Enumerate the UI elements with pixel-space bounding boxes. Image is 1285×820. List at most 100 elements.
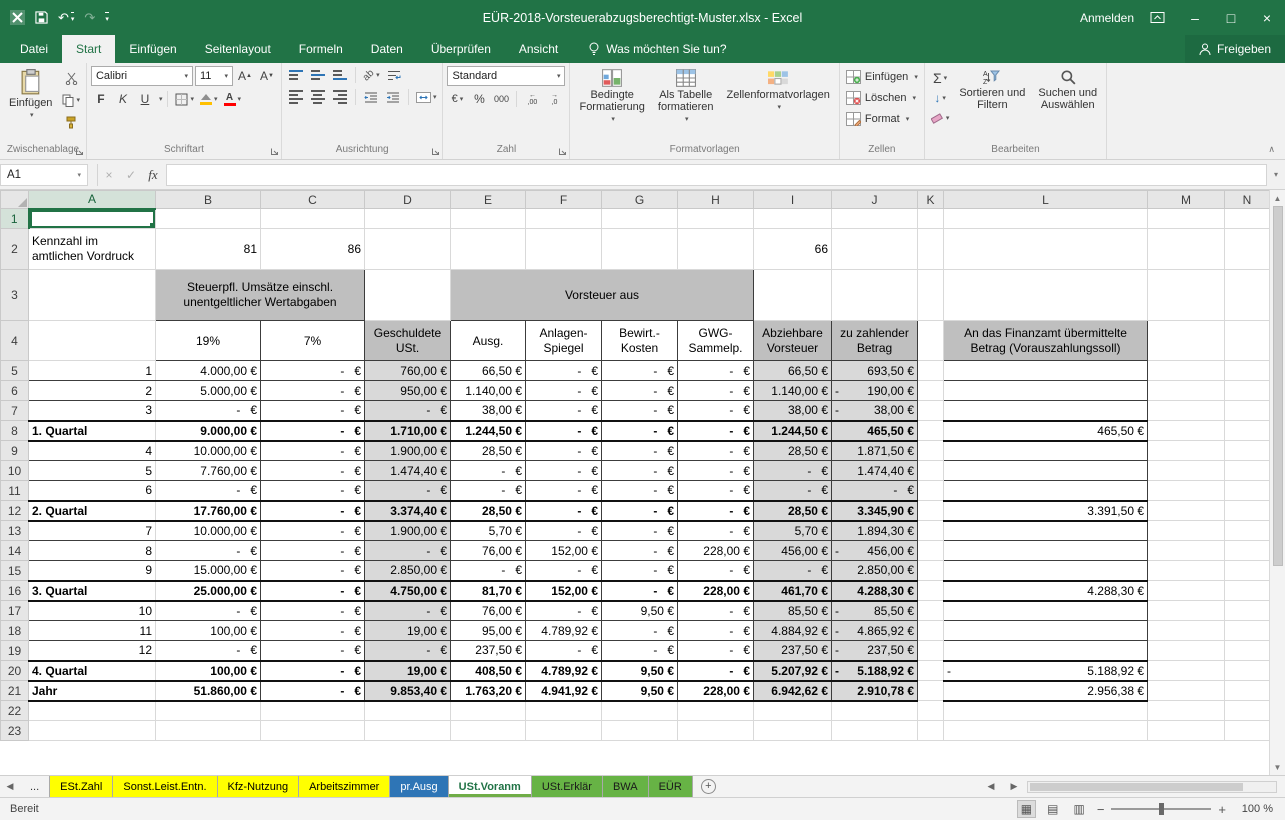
cell-M13[interactable] bbox=[1148, 521, 1225, 541]
cell-F21[interactable]: 4.941,92 € bbox=[526, 681, 602, 701]
cell-E23[interactable] bbox=[451, 721, 526, 741]
cell-G10[interactable]: - € bbox=[602, 461, 678, 481]
col-header-G[interactable]: G bbox=[602, 191, 678, 209]
cell-F11[interactable]: - € bbox=[526, 481, 602, 501]
cell-F22[interactable] bbox=[526, 701, 602, 721]
zoom-out-icon[interactable]: − bbox=[1097, 802, 1105, 817]
cell-J16[interactable]: 4.288,30 € bbox=[832, 581, 918, 601]
cell-K14[interactable] bbox=[918, 541, 944, 561]
cell-B4[interactable]: 19% bbox=[156, 321, 261, 361]
font-family-select[interactable]: Calibri▾ bbox=[91, 66, 193, 86]
cell-E2[interactable] bbox=[451, 229, 526, 270]
col-header-A[interactable]: A bbox=[29, 191, 156, 209]
font-size-select[interactable]: 11▾ bbox=[195, 66, 233, 86]
cell-N15[interactable] bbox=[1225, 561, 1270, 581]
cell-J1[interactable] bbox=[832, 209, 918, 229]
hscroll-right-icon[interactable]: ▶ bbox=[1004, 781, 1024, 792]
cell-G16[interactable]: - € bbox=[602, 581, 678, 601]
cell-J9[interactable]: 1.871,50 € bbox=[832, 441, 918, 461]
cell-I6[interactable]: 1.140,00 € bbox=[754, 381, 832, 401]
cell-D7[interactable]: - € bbox=[365, 401, 451, 421]
cell-L15[interactable] bbox=[944, 561, 1148, 581]
cell-H16[interactable]: 228,00 € bbox=[678, 581, 754, 601]
cell-B14[interactable]: - € bbox=[156, 541, 261, 561]
cell-C7[interactable]: - € bbox=[261, 401, 365, 421]
cell-L22[interactable] bbox=[944, 701, 1148, 721]
cell-D18[interactable]: 19,00 € bbox=[365, 621, 451, 641]
decrease-font-size-icon[interactable]: A▼ bbox=[257, 67, 277, 85]
cell-E3[interactable]: Vorsteuer aus bbox=[451, 270, 754, 321]
cell-D2[interactable] bbox=[365, 229, 451, 270]
cell-L4[interactable]: An das Finanzamt übermittelte Betrag (Vo… bbox=[944, 321, 1148, 361]
cell-A23[interactable] bbox=[29, 721, 156, 741]
cell-N22[interactable] bbox=[1225, 701, 1270, 721]
cell-F20[interactable]: 4.789,92 € bbox=[526, 661, 602, 681]
delete-cells-button[interactable]: Löschen▾ bbox=[844, 87, 918, 108]
cell-D1[interactable] bbox=[365, 209, 451, 229]
cell-L14[interactable] bbox=[944, 541, 1148, 561]
sheet-tab-USt.Voranm[interactable]: USt.Voranm bbox=[449, 776, 532, 797]
qat-customize-icon[interactable]: ▾ bbox=[105, 12, 109, 23]
cell-I7[interactable]: 38,00 € bbox=[754, 401, 832, 421]
cell-K18[interactable] bbox=[918, 621, 944, 641]
cell-E12[interactable]: 28,50 € bbox=[451, 501, 526, 521]
cell-F9[interactable]: - € bbox=[526, 441, 602, 461]
cell-B15[interactable]: 15.000,00 € bbox=[156, 561, 261, 581]
cell-H1[interactable] bbox=[678, 209, 754, 229]
cell-B17[interactable]: - € bbox=[156, 601, 261, 621]
sheet-tab-pr.Ausg[interactable]: pr.Ausg bbox=[390, 776, 448, 797]
cell-N11[interactable] bbox=[1225, 481, 1270, 501]
minimize-button[interactable]: – bbox=[1177, 0, 1213, 35]
row-header-7[interactable]: 7 bbox=[1, 401, 29, 421]
tab-datei[interactable]: Datei bbox=[6, 35, 62, 63]
cell-G9[interactable]: - € bbox=[602, 441, 678, 461]
ribbon-display-options-icon[interactable] bbox=[1150, 10, 1165, 25]
align-right-icon[interactable] bbox=[330, 88, 350, 106]
cell-J12[interactable]: 3.345,90 € bbox=[832, 501, 918, 521]
cell-D6[interactable]: 950,00 € bbox=[365, 381, 451, 401]
cell-H11[interactable]: - € bbox=[678, 481, 754, 501]
cell-J6[interactable]: -190,00 € bbox=[832, 381, 918, 401]
row-header-1[interactable]: 1 bbox=[1, 209, 29, 229]
cell-G7[interactable]: - € bbox=[602, 401, 678, 421]
cell-F18[interactable]: 4.789,92 € bbox=[526, 621, 602, 641]
cell-F5[interactable]: - € bbox=[526, 361, 602, 381]
cell-I18[interactable]: 4.884,92 € bbox=[754, 621, 832, 641]
cell-A11[interactable]: 6 bbox=[29, 481, 156, 501]
cell-K17[interactable] bbox=[918, 601, 944, 621]
cell-D16[interactable]: 4.750,00 € bbox=[365, 581, 451, 601]
cell-C21[interactable]: - € bbox=[261, 681, 365, 701]
expand-formula-bar-icon[interactable]: ▾ bbox=[1267, 170, 1285, 179]
cell-J7[interactable]: -38,00 € bbox=[832, 401, 918, 421]
tab-daten[interactable]: Daten bbox=[357, 35, 417, 63]
cell-D13[interactable]: 1.900,00 € bbox=[365, 521, 451, 541]
row-header-11[interactable]: 11 bbox=[1, 481, 29, 501]
cell-K16[interactable] bbox=[918, 581, 944, 601]
cell-H14[interactable]: 228,00 € bbox=[678, 541, 754, 561]
cell-A3[interactable] bbox=[29, 270, 156, 321]
cell-A6[interactable]: 2 bbox=[29, 381, 156, 401]
sheet-tab-ESt.Zahl[interactable]: ESt.Zahl bbox=[50, 776, 113, 797]
tab-ansicht[interactable]: Ansicht bbox=[505, 35, 572, 63]
cell-J13[interactable]: 1.894,30 € bbox=[832, 521, 918, 541]
cell-J18[interactable]: -4.865,92 € bbox=[832, 621, 918, 641]
cell-M16[interactable] bbox=[1148, 581, 1225, 601]
cell-L9[interactable] bbox=[944, 441, 1148, 461]
cell-M14[interactable] bbox=[1148, 541, 1225, 561]
cell-N13[interactable] bbox=[1225, 521, 1270, 541]
cell-G11[interactable]: - € bbox=[602, 481, 678, 501]
cell-E4[interactable]: Ausg. bbox=[451, 321, 526, 361]
cell-N17[interactable] bbox=[1225, 601, 1270, 621]
cell-K7[interactable] bbox=[918, 401, 944, 421]
align-bottom-icon[interactable] bbox=[330, 66, 350, 84]
cell-N19[interactable] bbox=[1225, 641, 1270, 661]
align-center-icon[interactable] bbox=[308, 88, 328, 106]
cell-L19[interactable] bbox=[944, 641, 1148, 661]
cell-H18[interactable]: - € bbox=[678, 621, 754, 641]
cell-N6[interactable] bbox=[1225, 381, 1270, 401]
cell-G4[interactable]: Bewirt.- Kosten bbox=[602, 321, 678, 361]
cell-A9[interactable]: 4 bbox=[29, 441, 156, 461]
col-header-N[interactable]: N bbox=[1225, 191, 1270, 209]
cell-B6[interactable]: 5.000,00 € bbox=[156, 381, 261, 401]
fill-button[interactable]: ↓▾ bbox=[929, 89, 952, 107]
